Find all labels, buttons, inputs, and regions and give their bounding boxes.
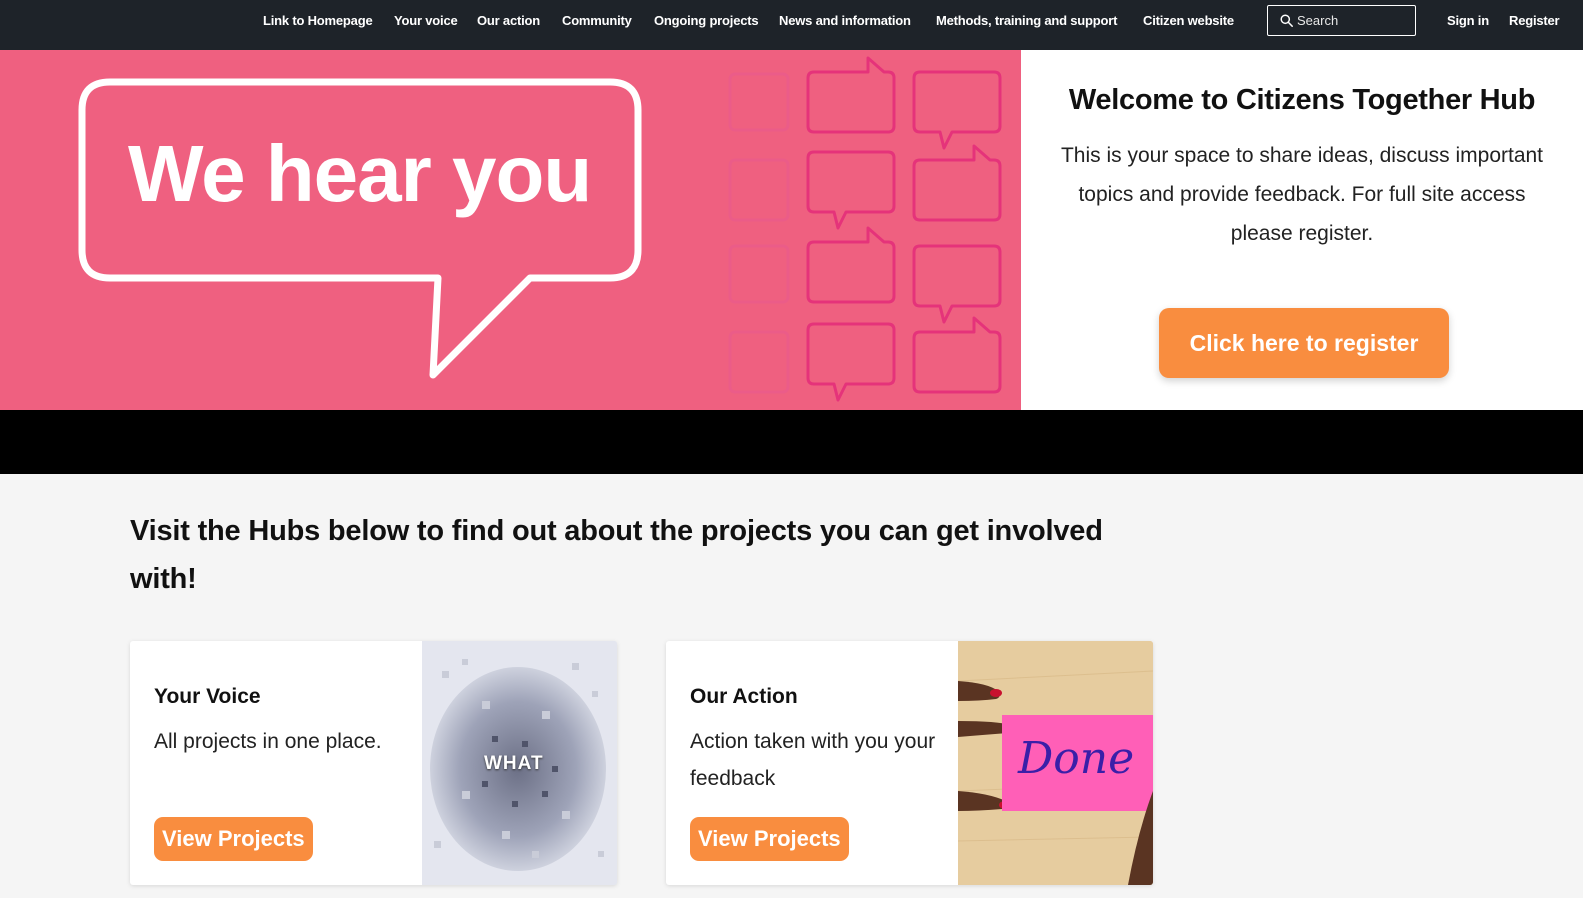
hub-card-our-action[interactable]: Our Action Action taken with you your fe… xyxy=(666,641,1153,885)
card-description: Action taken with you your feedback xyxy=(690,730,936,790)
nav-link-ongoing-projects[interactable]: Ongoing projects xyxy=(654,13,759,28)
welcome-title: Welcome to Citizens Together Hub xyxy=(1068,84,1536,116)
nav-link-citizen-website[interactable]: Citizen website xyxy=(1143,13,1234,28)
view-projects-button[interactable]: View Projects xyxy=(690,817,849,861)
register-button[interactable]: Click here to register xyxy=(1159,308,1449,378)
search-icon xyxy=(1280,14,1293,27)
hero-section: We hear you Welcome to Citizens Together… xyxy=(0,50,1583,410)
done-note-image: Done xyxy=(958,641,1153,885)
image-word: WHAT xyxy=(484,753,544,774)
hero-banner-text: We hear you xyxy=(128,129,592,218)
nav-link-news-information[interactable]: News and information xyxy=(779,13,911,28)
top-navigation: Link to Homepage Your voice Our action C… xyxy=(0,0,1583,50)
view-projects-button[interactable]: View Projects xyxy=(154,817,313,861)
sign-in-link[interactable]: Sign in xyxy=(1447,13,1489,28)
nav-link-homepage[interactable]: Link to Homepage xyxy=(263,13,373,28)
card-title: Our Action xyxy=(690,685,798,708)
divider-band xyxy=(0,410,1583,474)
hub-card-your-voice[interactable]: Your Voice All projects in one place. Vi… xyxy=(130,641,617,885)
card-title: Your Voice xyxy=(154,685,261,708)
speech-bubbles-illustration xyxy=(78,56,1002,402)
search-input[interactable]: Search xyxy=(1267,5,1416,36)
letters-pile-image: WHAT xyxy=(422,641,617,885)
search-placeholder: Search xyxy=(1297,13,1339,28)
nav-link-community[interactable]: Community xyxy=(562,13,632,28)
nav-link-methods-training[interactable]: Methods, training and support xyxy=(936,13,1117,28)
image-word: Done xyxy=(1018,733,1135,784)
hubs-heading: Visit the Hubs below to find out about t… xyxy=(130,515,1103,595)
card-description: All projects in one place. xyxy=(154,730,382,753)
welcome-text: This is your space to share ideas, discu… xyxy=(1060,144,1544,245)
nav-link-our-action[interactable]: Our action xyxy=(477,13,540,28)
register-link[interactable]: Register xyxy=(1509,13,1560,28)
welcome-panel: Welcome to Citizens Together Hub This is… xyxy=(1021,50,1583,410)
nav-link-your-voice[interactable]: Your voice xyxy=(394,13,458,28)
hero-banner: We hear you xyxy=(0,50,1021,410)
